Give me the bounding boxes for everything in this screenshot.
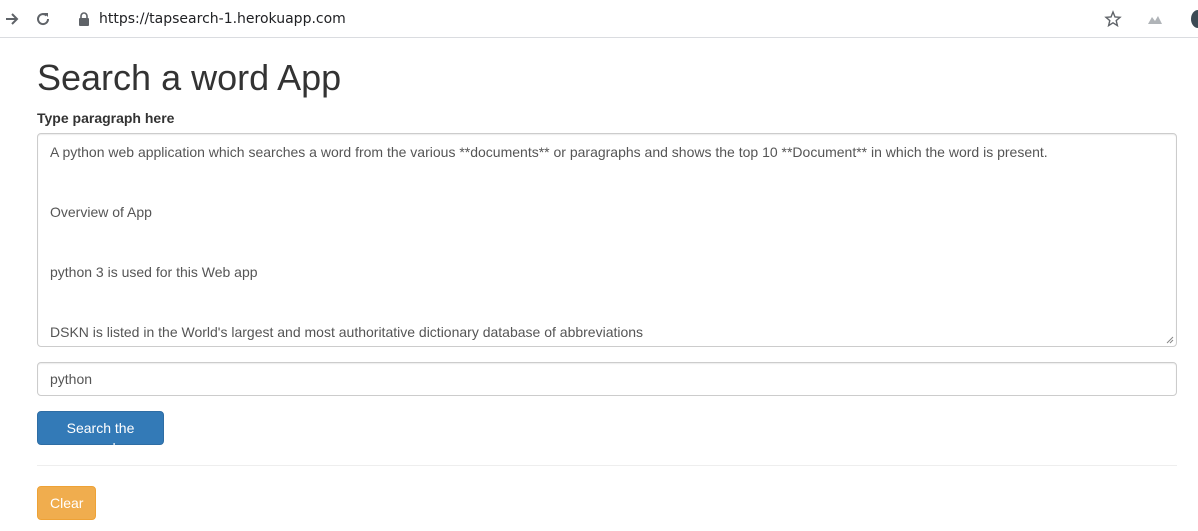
paragraph-textarea[interactable]: A python web application which searches … xyxy=(37,133,1177,347)
search-word-input[interactable] xyxy=(37,362,1177,396)
paragraph-label: Type paragraph here xyxy=(37,110,175,126)
paragraph-line: python 3 is used for this Web app xyxy=(50,264,258,280)
address-bar-url[interactable]: https://tapsearch-1.herokuapp.com xyxy=(99,11,346,27)
profile-avatar[interactable] xyxy=(1191,10,1198,28)
page-title: Search a word App xyxy=(37,57,342,98)
extension-icon[interactable] xyxy=(1146,11,1164,27)
paragraph-line: Overview of App xyxy=(50,204,152,220)
clear-button[interactable]: Clear xyxy=(37,486,96,520)
paragraph-line: DSKN is listed in the World's largest an… xyxy=(50,324,644,340)
star-icon[interactable] xyxy=(1104,10,1122,28)
resize-handle-icon[interactable] xyxy=(1166,336,1174,344)
paragraph-line: A python web application which searches … xyxy=(50,144,1048,160)
search-button[interactable]: Search the word xyxy=(37,411,164,456)
lock-icon[interactable] xyxy=(78,12,90,26)
browser-toolbar: https://tapsearch-1.herokuapp.com xyxy=(0,0,1198,38)
forward-icon[interactable] xyxy=(3,10,21,28)
divider xyxy=(37,465,1177,466)
reload-icon[interactable] xyxy=(34,10,52,28)
